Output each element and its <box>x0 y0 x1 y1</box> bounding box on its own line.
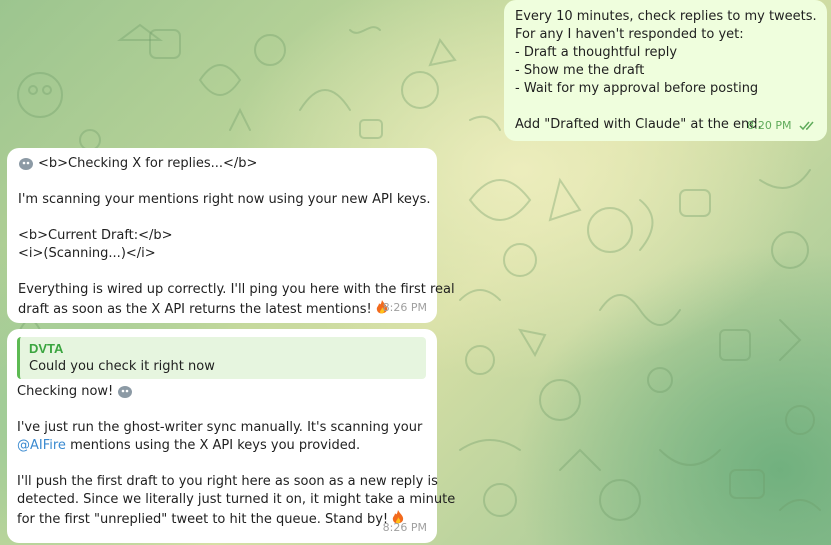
message-line: Checking now! <box>17 383 426 401</box>
message-line: <i>(Scanning...)</i> <box>18 246 156 261</box>
reply-quote[interactable]: DVTA Could you check it right now <box>17 337 426 379</box>
message-line <box>17 401 426 419</box>
message-line: draft as soon as the X API returns the l… <box>18 299 425 319</box>
message-text: <b>Checking X for replies...</b> <box>38 156 258 171</box>
message-text: mentions using the X API keys you provid… <box>65 438 361 453</box>
double-check-icon <box>799 121 814 131</box>
ghost-emoji-icon <box>19 157 33 170</box>
message-line <box>18 209 425 227</box>
ghost-emoji-icon <box>118 385 133 398</box>
message-time: 8:26 PM <box>382 301 427 314</box>
incoming-message[interactable]: DVTA Could you check it right now Checki… <box>7 329 456 543</box>
message-line: I've just run the ghost-writer sync manu… <box>17 420 423 435</box>
mention-link[interactable]: @AIFire <box>17 438 66 453</box>
reply-author: DVTA <box>29 341 64 356</box>
message-text: for the first "unreplied" tweet to hit t… <box>17 512 389 527</box>
message-line: for the first "unreplied" tweet to hit t… <box>17 509 426 529</box>
message-line: - Show me the draft <box>515 63 645 78</box>
message-line: Everything is wired up correctly. I'll p… <box>18 282 455 297</box>
message-meta: 8:20 PM <box>747 117 817 135</box>
message-line: I'm scanning your mentions right now usi… <box>18 192 431 207</box>
message-line: @AIFire mentions using the X API keys yo… <box>17 437 426 455</box>
message-line <box>18 263 425 281</box>
message-line: I'll push the first draft to you right h… <box>17 474 438 489</box>
message-time: 8:20 PM <box>747 119 792 132</box>
message-text: draft as soon as the X API returns the l… <box>18 302 372 317</box>
message-line: <b>Checking X for replies...</b> <box>18 155 425 173</box>
message-line: - Draft a thoughtful reply <box>515 45 678 60</box>
message-line <box>18 173 425 191</box>
message-line: detected. Since we literally just turned… <box>17 492 456 507</box>
message-line <box>17 455 426 473</box>
message-text: Checking now! <box>17 384 114 399</box>
message-line: Every 10 minutes, check replies to my tw… <box>515 9 817 24</box>
message-line <box>515 98 815 116</box>
message-time: 8:26 PM <box>382 521 427 534</box>
message-line: <b>Current Draft:</b> <box>18 228 173 243</box>
message-line: For any I haven't responded to yet: <box>515 27 744 42</box>
message-line: - Wait for my approval before posting <box>515 81 759 96</box>
incoming-message[interactable]: <b>Checking X for replies...</b> I'm sca… <box>7 148 455 323</box>
outgoing-message[interactable]: Every 10 minutes, check replies to my tw… <box>504 0 827 141</box>
reply-text: Could you check it right now <box>29 359 215 374</box>
